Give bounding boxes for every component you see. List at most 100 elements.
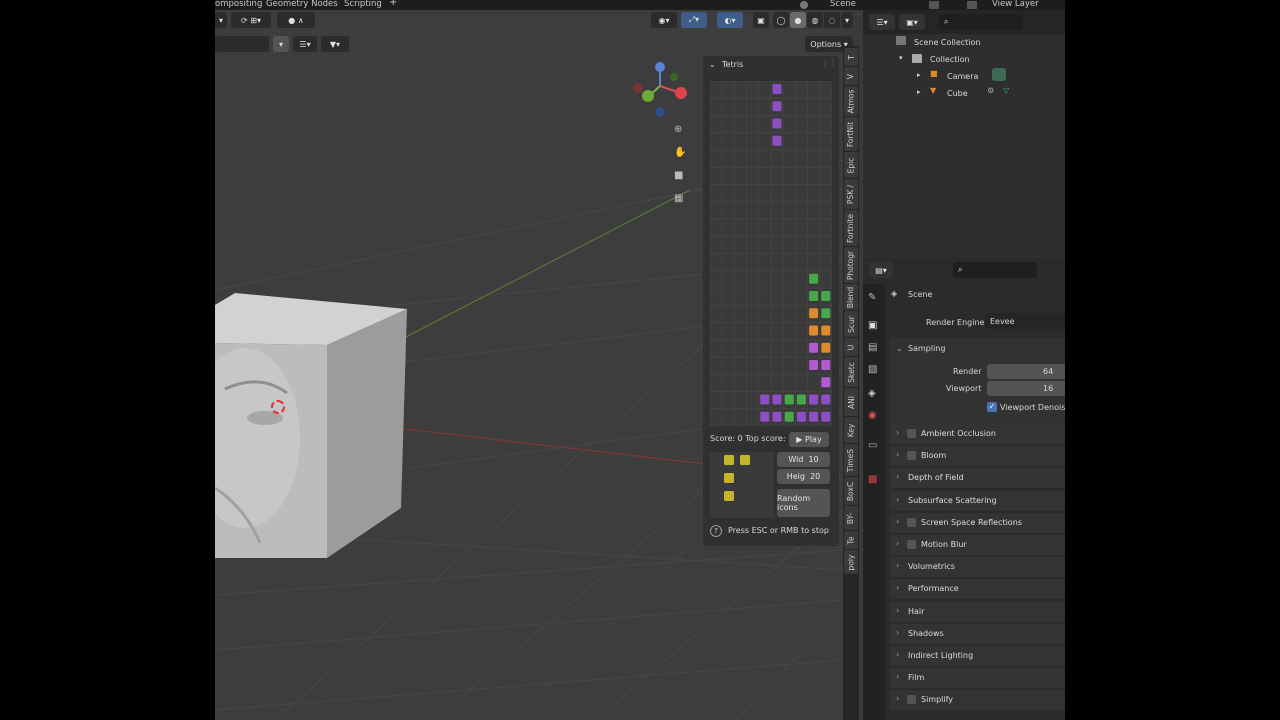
panel-expand-icon[interactable]: › bbox=[896, 672, 899, 681]
camera-expand-icon[interactable]: ▸ bbox=[917, 71, 921, 79]
sampling-expand-icon[interactable]: ⌄ bbox=[896, 344, 903, 353]
sidebar-tab[interactable]: U bbox=[844, 338, 858, 356]
panel-enable-checkbox[interactable] bbox=[907, 540, 916, 549]
sidebar-tab[interactable]: PSK / bbox=[844, 179, 858, 209]
panel-expand-icon[interactable]: › bbox=[896, 583, 899, 592]
sidebar-tab[interactable]: Epic bbox=[844, 152, 858, 178]
sidebar-tab[interactable]: Photogr bbox=[844, 247, 858, 283]
filter-icon[interactable]: ▼▾ bbox=[321, 36, 349, 52]
navigation-gizmo[interactable] bbox=[629, 60, 693, 124]
output-tab-icon[interactable]: ▤ bbox=[868, 342, 877, 353]
sidebar-tab[interactable]: ANI bbox=[844, 388, 858, 416]
panel-expand-icon[interactable]: › bbox=[896, 472, 899, 481]
sync-dropdown[interactable]: ▾ bbox=[273, 36, 289, 52]
panel-expand-icon[interactable]: › bbox=[896, 428, 899, 437]
scene-selector[interactable]: Scene bbox=[830, 0, 856, 9]
render-samples-field[interactable]: 64 bbox=[987, 364, 1065, 379]
collection-tab-icon[interactable]: ▭ bbox=[868, 440, 877, 451]
panel-expand-icon[interactable]: › bbox=[896, 517, 899, 526]
sidebar-tab[interactable]: Fortnite bbox=[844, 210, 858, 246]
sidebar-tab[interactable]: Atmos bbox=[844, 86, 858, 116]
panel-header[interactable]: › Screen Space Reflections bbox=[890, 512, 1065, 533]
panel-expand-icon[interactable]: › bbox=[896, 628, 899, 637]
sidebar-tab[interactable]: BoxC bbox=[844, 477, 858, 505]
pan-hand-icon[interactable]: ✋ bbox=[674, 147, 686, 158]
panel-expand-icon[interactable]: › bbox=[896, 539, 899, 548]
panel-header[interactable]: › Performance bbox=[890, 579, 1065, 600]
outliner-filter-dropdown[interactable]: ▣▾ bbox=[899, 14, 925, 30]
solid-shading-icon[interactable]: ● bbox=[790, 12, 806, 28]
editor-type-dropdown[interactable]: ▤▾ bbox=[869, 262, 893, 278]
panel-enable-checkbox[interactable] bbox=[907, 451, 916, 461]
proportional-edit-group[interactable]: ● ∧ bbox=[277, 12, 315, 28]
wireframe-shading-icon[interactable]: ◯ bbox=[773, 12, 789, 28]
workspace-tab-compositing[interactable]: ompositing bbox=[215, 0, 262, 9]
width-field[interactable]: Wid 10 bbox=[777, 452, 830, 467]
panel-header[interactable]: › Film bbox=[890, 668, 1065, 689]
scene-copy-icon[interactable] bbox=[929, 1, 939, 9]
camera-data-icon[interactable] bbox=[992, 68, 1006, 81]
view-layer-icon[interactable] bbox=[967, 1, 977, 9]
world-tab-icon[interactable]: ◉ bbox=[868, 410, 877, 421]
overlay-toggle-icon[interactable]: ◐▾ bbox=[717, 12, 743, 28]
panel-header[interactable]: › Ambient Occlusion bbox=[890, 424, 1065, 444]
panel-collapse-icon[interactable]: ⌄ bbox=[709, 60, 716, 69]
gizmo-toggle-icon[interactable]: ⤢▾ bbox=[681, 12, 707, 28]
scene-tab-icon[interactable]: ◈ bbox=[868, 388, 876, 399]
panel-header[interactable]: › Volumetrics bbox=[890, 557, 1065, 578]
panel-expand-icon[interactable]: › bbox=[896, 561, 899, 570]
panel-expand-icon[interactable]: › bbox=[896, 606, 899, 615]
properties-search-input[interactable]: ⌕ bbox=[953, 262, 1037, 278]
panel-header[interactable]: › Shadows bbox=[890, 623, 1065, 644]
viewport-samples-field[interactable]: 16 bbox=[987, 381, 1065, 396]
visibility-eye-icon[interactable]: ◉▾ bbox=[651, 12, 677, 28]
panel-expand-icon[interactable]: › bbox=[896, 650, 899, 659]
workspace-tab-geometry-nodes[interactable]: Geometry Nodes bbox=[266, 0, 338, 9]
panel-expand-icon[interactable]: › bbox=[896, 450, 899, 459]
outliner[interactable]: Scene Collection ▾ Collection ▸ ■ Camera… bbox=[863, 10, 1065, 258]
play-button[interactable]: ▶ Play bbox=[789, 432, 829, 447]
render-engine-dropdown[interactable]: Eevee bbox=[985, 313, 1065, 329]
tetris-board[interactable] bbox=[710, 81, 832, 426]
display-mode-dropdown[interactable]: ☰▾ bbox=[869, 14, 895, 30]
add-workspace-button[interactable]: + bbox=[389, 0, 397, 8]
xray-icon[interactable]: ▣ bbox=[753, 12, 769, 28]
outliner-cube[interactable]: Cube bbox=[947, 89, 968, 98]
panel-header[interactable]: › Motion Blur bbox=[890, 535, 1065, 555]
rendered-shading-icon[interactable]: ◌ bbox=[824, 12, 840, 28]
sidebar-tab[interactable]: TimeS bbox=[844, 444, 858, 476]
texture-tab-icon[interactable]: ▩ bbox=[868, 474, 877, 485]
height-field[interactable]: Heig 20 bbox=[777, 469, 830, 484]
material-shading-icon[interactable]: ◍ bbox=[807, 12, 823, 28]
panel-enable-checkbox[interactable] bbox=[907, 429, 916, 438]
sort-dropdown[interactable]: ☰▾ bbox=[293, 36, 317, 52]
zoom-icon[interactable]: ⊕ bbox=[674, 124, 682, 135]
sidebar-tab[interactable]: Te bbox=[844, 531, 858, 549]
snap-toggle-group[interactable]: ⟳ ⊞▾ bbox=[231, 12, 271, 28]
cube-expand-icon[interactable]: ▸ bbox=[917, 88, 921, 96]
sidebar-tab[interactable]: poly bbox=[844, 550, 858, 574]
panel-header[interactable]: › Simplify bbox=[890, 690, 1065, 711]
camera-view-icon[interactable]: ■ bbox=[674, 170, 683, 181]
perspective-grid-icon[interactable]: ▦ bbox=[674, 193, 683, 204]
panel-header[interactable]: › Bloom bbox=[890, 446, 1065, 467]
panel-header[interactable]: › Hair bbox=[890, 601, 1065, 622]
mode-dropdown[interactable]: ▾ bbox=[215, 12, 227, 28]
3d-cursor-icon[interactable] bbox=[271, 400, 285, 414]
cube-mesh[interactable] bbox=[215, 293, 415, 573]
panel-enable-checkbox[interactable] bbox=[907, 695, 916, 705]
sampling-header[interactable]: Sampling bbox=[908, 344, 945, 353]
sidebar-tab[interactable]: Key bbox=[844, 417, 858, 443]
workspace-tab-scripting[interactable]: Scripting bbox=[344, 0, 382, 9]
sidebar-tab[interactable]: FortNit bbox=[844, 117, 858, 151]
panel-expand-icon[interactable]: › bbox=[896, 694, 899, 703]
view-layer-selector[interactable]: View Layer bbox=[992, 0, 1039, 9]
sidebar-tab[interactable]: Scur bbox=[844, 311, 858, 337]
panel-enable-checkbox[interactable] bbox=[907, 517, 916, 527]
sidebar-tab[interactable]: BY- bbox=[844, 506, 858, 530]
sidebar-tab[interactable]: Sketc bbox=[844, 357, 858, 387]
panel-header[interactable]: › Depth of Field bbox=[890, 468, 1065, 489]
sidebar-tab[interactable]: V bbox=[844, 67, 858, 85]
viewport-denoising-checkbox[interactable]: ✓ bbox=[987, 402, 997, 412]
outliner-search-input[interactable]: ⌕ bbox=[939, 14, 1023, 30]
